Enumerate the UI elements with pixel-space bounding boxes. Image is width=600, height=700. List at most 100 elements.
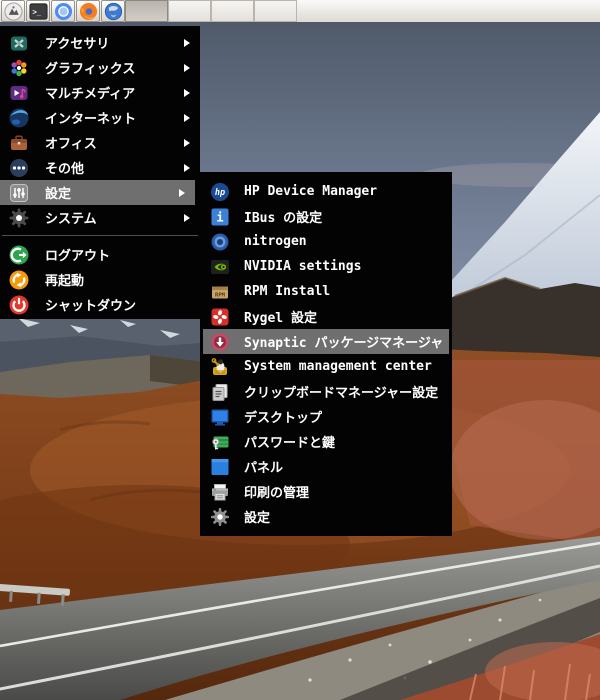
submenu-item-label: パスワードと鍵 [244,436,336,451]
menu-item-graphics[interactable]: グラフィックス [0,55,200,80]
hp-logo-text: hp [215,188,225,198]
submenu-item-label: RPM Install [244,284,331,299]
submenu-arrow-icon [184,213,190,222]
browser-launcher[interactable] [101,0,125,22]
multimedia-icon [8,82,30,104]
logout-icon [8,244,30,266]
menu-item-office[interactable]: オフィス [0,130,200,155]
menu-item-label: マルチメディア [45,87,136,102]
menu-item-label: アクセサリ [45,37,110,52]
taskbar-button[interactable] [168,0,211,22]
submenu-item-passwords-and-keys[interactable]: パスワードと鍵 [200,429,452,454]
submenu-item-label: HP Device Manager [244,184,378,199]
submenu-item-label: System management center [244,359,432,374]
menu-separator [2,235,198,236]
menu-item-settings[interactable]: 設定 [0,180,195,205]
internet-icon [8,107,30,129]
submenu-arrow-icon [184,163,190,172]
submenu-item-rpm-install[interactable]: RPM RPM Install [200,279,452,304]
submenu-arrow-icon [184,113,190,122]
submenu-item-label: 設定 [244,511,271,526]
system-gear-icon [8,207,30,229]
terminal-launcher[interactable]: >_ [26,0,50,22]
menu-item-multimedia[interactable]: マルチメディア [0,80,200,105]
submenu-item-label: NVIDIA settings [244,259,362,274]
submenu-item-desktop[interactable]: デスクトップ [200,404,452,429]
submenu-item-settings[interactable]: 設定 [200,504,452,529]
submenu-item-panel[interactable]: パネル [200,454,452,479]
clipboard-icon [210,382,230,402]
submenu-item-nvidia-settings[interactable]: NVIDIA settings [200,254,452,279]
submenu-item-rygel-settings[interactable]: Rygel 設定 [200,304,452,329]
passwords-keys-icon [210,432,230,452]
menu-item-label: 再起動 [45,274,85,289]
submenu-item-ibus-settings[interactable]: i IBus の設定 [200,204,452,229]
rpm-logo-text: RPM [215,292,226,298]
menu-item-label: システム [45,212,97,227]
rpm-package-icon: RPM [210,282,230,302]
desktop-monitor-icon [210,407,230,427]
menu-item-label: 設定 [45,187,72,202]
chromium-launcher[interactable] [51,0,75,22]
distro-menu-button[interactable] [1,0,25,22]
menu-item-other[interactable]: その他 [0,155,200,180]
submenu-arrow-icon [184,138,190,147]
submenu-item-label: パネル [244,461,284,476]
firefox-launcher[interactable] [76,0,100,22]
menu-item-label: グラフィックス [45,62,136,77]
blue-globe-browser-icon [104,2,122,20]
other-icon [8,157,30,179]
nvidia-icon [210,257,230,277]
printer-icon [210,482,230,502]
submenu-arrow-icon [184,88,190,97]
panel-icon [210,457,230,477]
menu-item-logout[interactable]: ログアウト [0,242,200,267]
accessories-icon [8,32,30,54]
taskbar-button[interactable] [211,0,254,22]
ibus-logo-text: i [216,210,223,224]
shutdown-icon [8,294,30,316]
terminal-glyph: >_ [32,7,41,16]
submenu-item-label: デスクトップ [244,411,323,426]
nitrogen-icon [210,232,230,252]
panel-empty-area [297,0,600,22]
taskbar-button[interactable] [254,0,297,22]
submenu-item-label: Synaptic パッケージマネージャ [244,336,444,351]
taskbar-panel: >_ [0,0,600,24]
submenu-item-print-management[interactable]: 印刷の管理 [200,479,452,504]
main-menu: アクセサリ グラフィックス マルチメディア インターネット オフィス その他 設… [0,26,200,319]
menu-item-label: インターネット [45,112,137,127]
submenu-item-hp-device-manager[interactable]: hp HP Device Manager [200,179,452,204]
rygel-icon [210,307,230,327]
submenu-arrow-icon [179,188,185,197]
submenu-arrow-icon [184,38,190,47]
menu-item-label: オフィス [45,137,97,152]
submenu-item-clipboard-manager-settings[interactable]: クリップボードマネージャー設定 [200,379,452,404]
hp-icon: hp [210,182,230,202]
submenu-item-system-management-center[interactable]: System management center [200,354,452,379]
submenu-item-label: nitrogen [244,234,307,249]
menu-item-label: シャットダウン [45,299,137,314]
submenu-item-label: 印刷の管理 [244,486,310,501]
submenu-arrow-icon [184,63,190,72]
menu-item-system[interactable]: システム [0,205,200,230]
menu-item-internet[interactable]: インターネット [0,105,200,130]
settings-submenu: hp HP Device Manager i IBus の設定 nitrogen… [200,172,452,536]
menu-item-label: その他 [45,162,85,177]
settings-gear-icon [210,507,230,527]
submenu-item-label: Rygel 設定 [244,311,317,326]
submenu-item-synaptic[interactable]: Synaptic パッケージマネージャ [203,329,449,354]
menu-item-accessories[interactable]: アクセサリ [0,30,200,55]
menu-item-shutdown[interactable]: シャットダウン [0,292,200,317]
submenu-item-label: IBus の設定 [244,211,323,226]
terminal-icon: >_ [28,2,48,20]
chromium-icon [54,2,72,20]
desktop: >_ アクセサリ グラフィックス マルチメディア インターネット オフィス その… [0,0,600,700]
submenu-item-nitrogen[interactable]: nitrogen [200,229,452,254]
menu-item-restart[interactable]: 再起動 [0,267,200,292]
distro-logo-icon [3,1,23,21]
taskbar-button-pressed[interactable] [125,0,168,22]
graphics-icon [8,57,30,79]
restart-icon [8,269,30,291]
management-center-icon [210,357,230,377]
